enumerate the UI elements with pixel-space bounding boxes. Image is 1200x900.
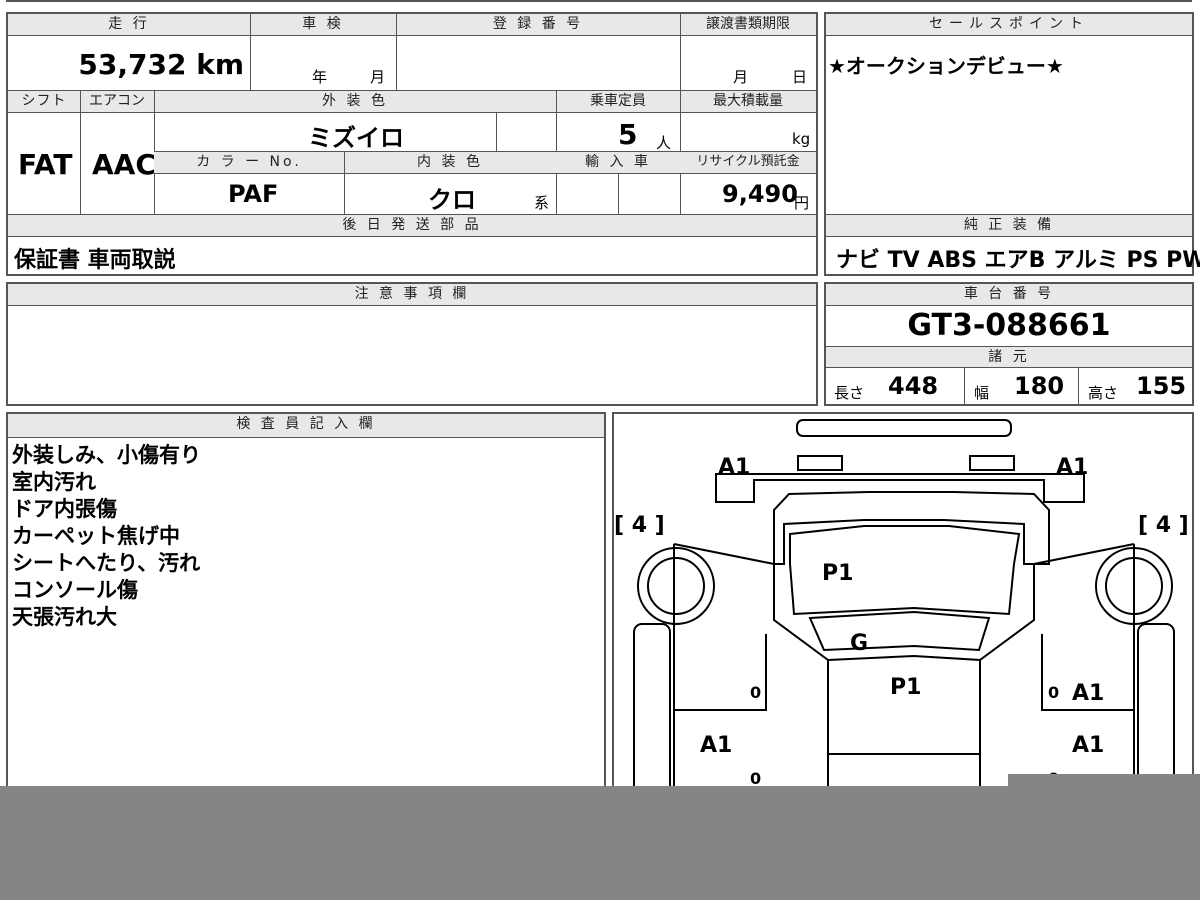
mark-front-left: A1 <box>718 455 750 480</box>
interior-color-header: 内 装 色 <box>344 152 556 174</box>
aircon-header: エアコン <box>80 91 154 113</box>
length-value: 448 <box>888 372 939 400</box>
mark-door-right-front: A1 <box>1072 681 1104 706</box>
mileage-header: 走 行 <box>8 14 250 36</box>
top-cut-strip <box>6 0 1192 2</box>
sales-point-value: ★オークションデビュー★ <box>828 54 1064 78</box>
left-headlamp <box>797 455 843 471</box>
registration-header: 登 録 番 号 <box>396 14 680 36</box>
mark-tire-left: [ 4 ] <box>614 513 665 538</box>
inspector-note-line: コンソール傷 <box>12 578 138 602</box>
left-side-panel <box>633 623 671 810</box>
height-value: 155 <box>1136 372 1187 400</box>
chassis-specs-box: 車 台 番 号 GT3-088661 諸 元 長さ 448 幅 180 高さ 1… <box>824 282 1194 406</box>
inspector-note-line: シートへたり、汚れ <box>12 551 201 575</box>
aircon-value: AAC <box>92 148 156 181</box>
car-diagram-box: A1 A1 [ 4 ] [ 4 ] P1 G P1 A1 A1 A1 0 0 0… <box>612 412 1194 812</box>
parts-later-header: 後 日 発 送 部 品 <box>8 215 816 237</box>
capacity-header: 乗車定員 <box>556 91 680 113</box>
interior-suffix: 系 <box>534 194 550 212</box>
inspector-box: 検 査 員 記 入 欄 外装しみ、小傷有り 室内汚れドア内張傷カーペット焦げ中 シー… <box>6 412 606 812</box>
sales-point-box: セールスポイント ★オークションデビュー★ 純 正 装 備 ナビ TV ABS … <box>824 12 1200 276</box>
transfer-deadline-header: 譲渡書類期限 <box>680 14 816 36</box>
notes-header: 注 意 事 項 欄 <box>8 284 816 306</box>
sales-point-header: セールスポイント <box>826 14 1192 36</box>
width-label: 幅 <box>974 384 990 402</box>
import-header: 輸 入 車 <box>556 152 680 174</box>
capacity-unit: 人 <box>656 134 672 152</box>
exterior-color-value: ミズイロ <box>308 124 404 152</box>
mark-bonnet: P1 <box>822 561 853 586</box>
vehicle-info-table: 走 行 車 検 登 録 番 号 譲渡書類期限 53,732 km 年 月 月 日… <box>6 12 818 276</box>
mileage-value: 53,732 km <box>78 48 244 81</box>
right-headlamp <box>969 455 1015 471</box>
load-unit: kg <box>792 130 811 148</box>
factory-equipment-value: ナビ TV ABS エアB アルミ PS PW <box>836 248 1200 273</box>
mark-tire-right: [ 4 ] <box>1138 513 1189 538</box>
deadline-month-unit: 月 <box>733 68 749 86</box>
inspector-header: 検 査 員 記 入 欄 <box>8 414 604 438</box>
color-no-value: PAF <box>228 180 279 208</box>
factory-equipment-header: 純 正 装 備 <box>826 215 1192 237</box>
redaction-bar <box>0 786 1200 900</box>
inspection-header: 車 検 <box>250 14 396 36</box>
height-label: 高さ <box>1088 384 1119 402</box>
inspection-month-unit: 月 <box>370 68 386 86</box>
grille-outline <box>773 491 1050 565</box>
recycle-unit: 円 <box>794 194 810 212</box>
mark-door-right-rear: A1 <box>1072 733 1104 758</box>
mark-door-left-rear: A1 <box>700 733 732 758</box>
parts-later-value: 保証書 車両取説 <box>14 248 176 273</box>
specs-header: 諸 元 <box>826 346 1192 368</box>
inspector-notes-list: 外装しみ、小傷有り 室内汚れドア内張傷カーペット焦げ中 シートへたり、汚れ コンソール… <box>12 442 201 631</box>
interior-color-value: クロ <box>428 186 476 214</box>
front-panel-outline <box>715 473 1085 503</box>
car-diagram: A1 A1 [ 4 ] [ 4 ] P1 G P1 A1 A1 A1 0 0 0… <box>614 419 1189 810</box>
max-load-header: 最大積載量 <box>680 91 816 113</box>
inspector-note-line: カーペット焦げ中 <box>12 524 180 548</box>
shift-header: シフト <box>8 91 80 113</box>
mark-windshield: G <box>850 631 868 656</box>
inspector-note-line: 室内汚れ <box>12 470 96 494</box>
redaction-corner <box>1008 774 1200 788</box>
deadline-day-unit: 日 <box>792 68 808 86</box>
windshield-outline <box>808 610 991 652</box>
length-label: 長さ <box>834 384 865 402</box>
left-tire-inner <box>647 557 705 615</box>
chassis-no-header: 車 台 番 号 <box>826 284 1192 306</box>
notes-box: 注 意 事 項 欄 <box>6 282 818 406</box>
shift-value: FAT <box>18 148 73 181</box>
inspection-year-unit: 年 <box>312 68 328 86</box>
mark-zero-left-front: 0 <box>750 683 761 702</box>
rear-bumper-outline <box>796 419 1012 437</box>
roof-outline <box>827 654 981 755</box>
recycle-value: 9,490 <box>722 180 798 208</box>
inspector-note-line: ドア内張傷 <box>12 497 117 521</box>
color-no-header: カ ラ ー No. <box>154 152 344 174</box>
width-value: 180 <box>1014 372 1065 400</box>
inspector-note-line: 外装しみ、小傷有り <box>12 443 201 467</box>
left-tire-outer <box>637 547 715 625</box>
mark-roof: P1 <box>890 675 921 700</box>
capacity-value: 5 <box>618 118 638 151</box>
chassis-no-value: GT3-088661 <box>907 308 1111 343</box>
mark-zero-right-front: 0 <box>1048 683 1059 702</box>
mark-front-right: A1 <box>1056 455 1088 480</box>
exterior-color-header: 外 装 色 <box>154 91 556 113</box>
inspector-note-line: 天張汚れ大 <box>12 605 117 629</box>
recycle-header: リサイクル預託金 <box>680 152 816 174</box>
